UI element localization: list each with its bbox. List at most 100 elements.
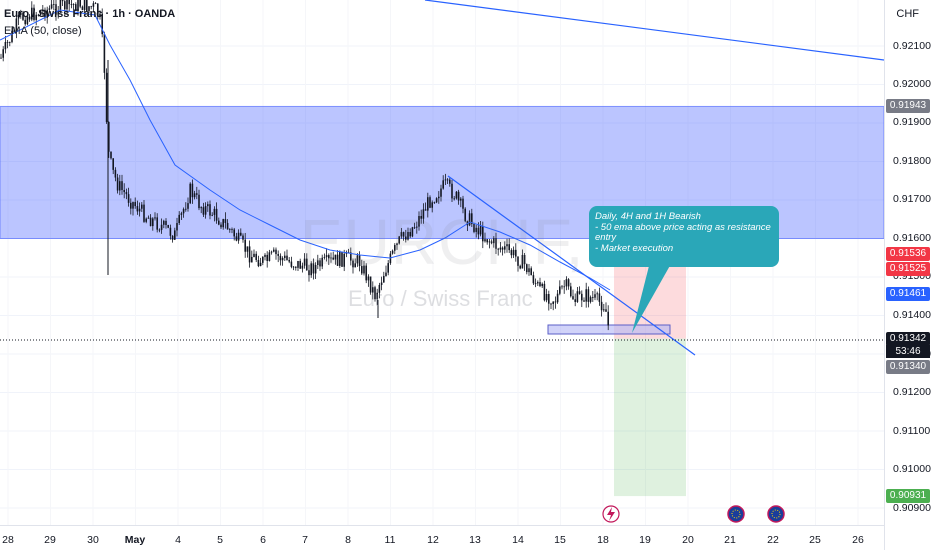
note-line: entry [595,232,617,243]
candle-body [237,232,240,241]
candle-body [548,294,550,304]
candle-body [147,217,150,219]
candle-body [114,169,117,178]
candle-body [259,262,262,267]
candle-body [125,192,128,195]
ema-price-tag: 0.91461 [886,287,930,301]
candle-body [2,49,4,58]
candle-body [72,4,75,5]
candle-body [92,3,95,7]
candle-body [603,309,605,311]
entry-high-tag: 0.91525 [886,262,930,276]
price-label: 0.91700 [893,193,931,205]
candle-body [545,294,548,301]
candle-body [578,291,581,294]
price-label: 0.92100 [893,40,931,52]
candle-body [284,255,286,258]
time-label: 7 [302,534,308,546]
price-label: 0.91000 [893,463,931,475]
price-label: 0.91800 [893,155,931,167]
candle-body [572,296,574,300]
time-label: 14 [512,534,524,546]
time-label: 11 [384,534,396,546]
candle-body [292,266,295,268]
candle-body [24,19,26,25]
take-profit-tag: 0.90931 [886,489,930,503]
candle-body [563,286,565,288]
candle-body [455,191,458,199]
candle-body [213,208,216,215]
candle-body [185,208,187,210]
time-label: 8 [345,534,351,546]
candle-body [279,255,282,261]
candle-body [134,202,136,207]
candle-body [222,219,224,228]
time-label: 30 [87,534,99,546]
price-label: 0.91600 [893,232,931,244]
candle-body [70,4,73,5]
symbol-legend[interactable]: Euro / Swiss Franc · 1h · OANDA [4,8,175,20]
ema-legend[interactable]: EMA (50, close) [4,25,82,37]
candle-body [297,260,299,268]
flag-ch-icon [767,505,785,523]
candle-body [587,289,590,302]
candle-body [202,207,205,215]
candle-body [4,42,7,50]
candle-body [171,235,174,240]
time-label: May [124,534,146,546]
price-label: 0.91400 [893,309,931,321]
candle-body [220,224,222,228]
price-scale[interactable]: CHF 0.92100 0.92000 0.91900 0.91800 0.91… [884,0,932,550]
candle-body [178,214,180,224]
candle-body [167,225,169,228]
candle-body [240,232,242,236]
candle-body [6,42,9,43]
candle-body [165,220,167,226]
time-label: 5 [217,534,223,546]
chart-area[interactable]: EURCHF, 1h Euro / Swiss Franc Euro / Swi… [0,0,884,525]
stop-loss-tag: 0.91536 [886,247,930,261]
watermark-name: Euro / Swiss Franc [348,286,533,311]
time-label: 29 [44,534,56,546]
candle-body [94,3,97,5]
candle-body [235,236,238,241]
candle-body [9,42,11,43]
trade-note[interactable]: Daily, 4H and 1H Bearish - 50 ema above … [589,206,779,267]
candle-body [226,222,229,230]
note-line: - 50 ema above price acting as resistanc… [595,221,771,233]
candle-body [446,179,449,181]
time-scale[interactable]: 28 29 30 May 4 5 6 7 8 11 12 13 14 15 18… [0,525,884,551]
candle-body [605,309,607,312]
candle-body [583,300,585,302]
candle-body [594,294,596,298]
candle-body [191,183,194,198]
candle-body [187,203,189,209]
candle-body [79,0,81,7]
candle-body [266,254,268,261]
currency-label[interactable]: CHF [896,8,919,20]
candle-body [244,239,246,252]
time-label: 20 [682,534,694,546]
candle-body [209,204,211,216]
time-label: 28 [2,534,14,546]
time-label: 21 [724,534,736,546]
candle-body [61,0,64,2]
candle-body [581,293,583,301]
candle-body [559,286,561,294]
candle-body [143,204,145,222]
candle-body [380,282,383,285]
candle-body [440,188,442,197]
candle-body [257,259,260,267]
candle-body [596,293,598,295]
entry-tag: 0.91340 [886,360,930,374]
candle-body [552,301,554,304]
price-label: 0.91100 [893,425,931,437]
candle-body [112,158,114,170]
candle-body [444,179,447,181]
candle-body [200,207,202,209]
candle-body [556,293,559,303]
candle-body [136,206,139,212]
candle-body [275,249,277,255]
candle-body [574,299,576,302]
candle-body [242,235,244,240]
